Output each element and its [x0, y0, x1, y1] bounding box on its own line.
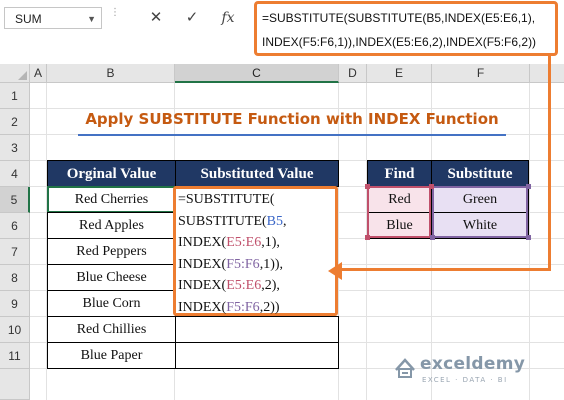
formula-text-line: INDEX(E5:E6,2),: [178, 275, 335, 297]
row-header-7[interactable]: 7: [0, 239, 30, 265]
range-handle[interactable]: [365, 184, 370, 189]
page-title: Apply SUBSTITUTE Function with INDEX Fun…: [85, 110, 499, 128]
row-header-5[interactable]: 5: [0, 187, 30, 213]
range-handle[interactable]: [429, 184, 434, 189]
formula-text-line: SUBSTITUTE(B5,: [178, 211, 335, 233]
enter-icon[interactable]: ✓: [180, 7, 204, 29]
range-handle[interactable]: [365, 235, 370, 240]
exceldemy-logo-icon: [395, 358, 415, 378]
arrow-left-icon: [328, 262, 342, 280]
select-all-button[interactable]: [0, 64, 30, 83]
row-header-12[interactable]: [0, 369, 30, 400]
range-handle[interactable]: [526, 235, 531, 240]
column-header-c[interactable]: C: [175, 64, 339, 83]
formula-text-line: INDEX(F5:F6,1)),: [178, 254, 335, 276]
formula-cell-editor[interactable]: =SUBSTITUTE( SUBSTITUTE(B5, INDEX(E5:E6,…: [173, 186, 338, 316]
annotation-arrow-line: [340, 268, 551, 271]
row-header-11[interactable]: 11: [0, 343, 30, 369]
formula-line-2: INDEX(F5:F6,1)),INDEX(E5:E6,2),INDEX(F5:…: [262, 35, 537, 49]
formula-text: SUBSTITUTE(: [178, 213, 267, 229]
range-highlight-f5-f6: [432, 186, 528, 238]
formula-text: ,: [283, 213, 287, 229]
annotation-arrow-line: [548, 56, 551, 271]
formula-text: ,1)),: [259, 256, 284, 272]
gridline: [431, 83, 432, 400]
watermark-name: exceldemy: [420, 354, 526, 374]
formula-text: ,2),: [261, 278, 280, 293]
column-header-d[interactable]: D: [339, 64, 367, 83]
formula-text: INDEX(: [178, 299, 227, 315]
chevron-down-icon[interactable]: ▼: [87, 8, 96, 30]
formula-text: ,1),: [261, 235, 280, 250]
row-header-9[interactable]: 9: [0, 291, 30, 317]
formula-text-line: =SUBSTITUTE(: [178, 189, 335, 211]
header-original-value[interactable]: Orginal Value: [47, 160, 176, 187]
insert-function-button[interactable]: fx: [216, 7, 240, 29]
formula-line-1: =SUBSTITUTE(SUBSTITUTE(B5,INDEX(E5:E6,1)…: [262, 11, 536, 25]
column-header-e[interactable]: E: [367, 64, 432, 83]
cell-b8[interactable]: Blue Cheese: [47, 264, 176, 291]
row-header-1[interactable]: 1: [0, 83, 30, 109]
column-header-b[interactable]: B: [47, 64, 175, 83]
column-header-f[interactable]: F: [432, 64, 530, 83]
gridline: [529, 83, 530, 400]
row-header-3[interactable]: 3: [0, 135, 30, 161]
row-header-6[interactable]: 6: [0, 213, 30, 239]
range-reference: E5:E6: [226, 278, 262, 293]
formula-text: ,2)): [259, 299, 280, 315]
formula-text: INDEX(: [178, 256, 227, 272]
drag-handle-icon[interactable]: ⋮: [110, 8, 120, 18]
row-header-4[interactable]: 4: [0, 161, 30, 187]
header-substituted-value[interactable]: Substituted Value: [175, 160, 339, 187]
range-reference: F5:F6: [226, 256, 260, 272]
header-find[interactable]: Find: [367, 160, 432, 187]
watermark-tagline: EXCEL · DATA · BI: [422, 376, 508, 384]
cell-b7[interactable]: Red Peppers: [47, 238, 176, 265]
formula-text-line: INDEX(F5:F6,2)): [178, 297, 335, 319]
cell-b9[interactable]: Blue Corn: [47, 290, 176, 317]
header-substitute[interactable]: Substitute: [431, 160, 529, 187]
range-handle[interactable]: [526, 184, 531, 189]
row-header-2[interactable]: 2: [0, 109, 30, 135]
formula-bar-area: SUM ▼ ⋮ ✕ ✓ fx =SUBSTITUTE(SUBSTITUTE(B5…: [0, 0, 564, 65]
cell-reference: B5: [266, 213, 284, 229]
range-reference: F5:F6: [226, 299, 260, 315]
cell-c11[interactable]: [175, 342, 339, 369]
formula-input[interactable]: =SUBSTITUTE(SUBSTITUTE(B5,INDEX(E5:E6,1)…: [254, 1, 558, 56]
range-handle[interactable]: [430, 235, 435, 240]
formula-text: =SUBSTITUTE(: [178, 192, 275, 207]
formula-text-line: INDEX(E5:E6,1),: [178, 232, 335, 254]
range-highlight-e5-e6: [367, 186, 431, 238]
row-header-8[interactable]: 8: [0, 265, 30, 291]
column-header-g[interactable]: [530, 64, 564, 83]
cancel-icon[interactable]: ✕: [144, 7, 168, 29]
cell-b5[interactable]: Red Cherries: [47, 186, 176, 213]
name-box-value: SUM: [15, 12, 42, 26]
formula-text: INDEX(: [178, 278, 227, 293]
title-underline: [78, 134, 506, 136]
formula-text: INDEX(: [178, 235, 227, 250]
name-box[interactable]: SUM ▼: [4, 7, 102, 29]
cell-b6[interactable]: Red Apples: [47, 212, 176, 239]
gridline: [366, 83, 367, 400]
cell-b10[interactable]: Red Chillies: [47, 316, 176, 343]
cell-b11[interactable]: Blue Paper: [47, 342, 176, 369]
cell-c10[interactable]: [175, 316, 339, 343]
row-header-10[interactable]: 10: [0, 317, 30, 343]
column-header-a[interactable]: A: [30, 64, 47, 83]
range-reference: E5:E6: [226, 235, 262, 250]
gridline: [30, 108, 564, 109]
